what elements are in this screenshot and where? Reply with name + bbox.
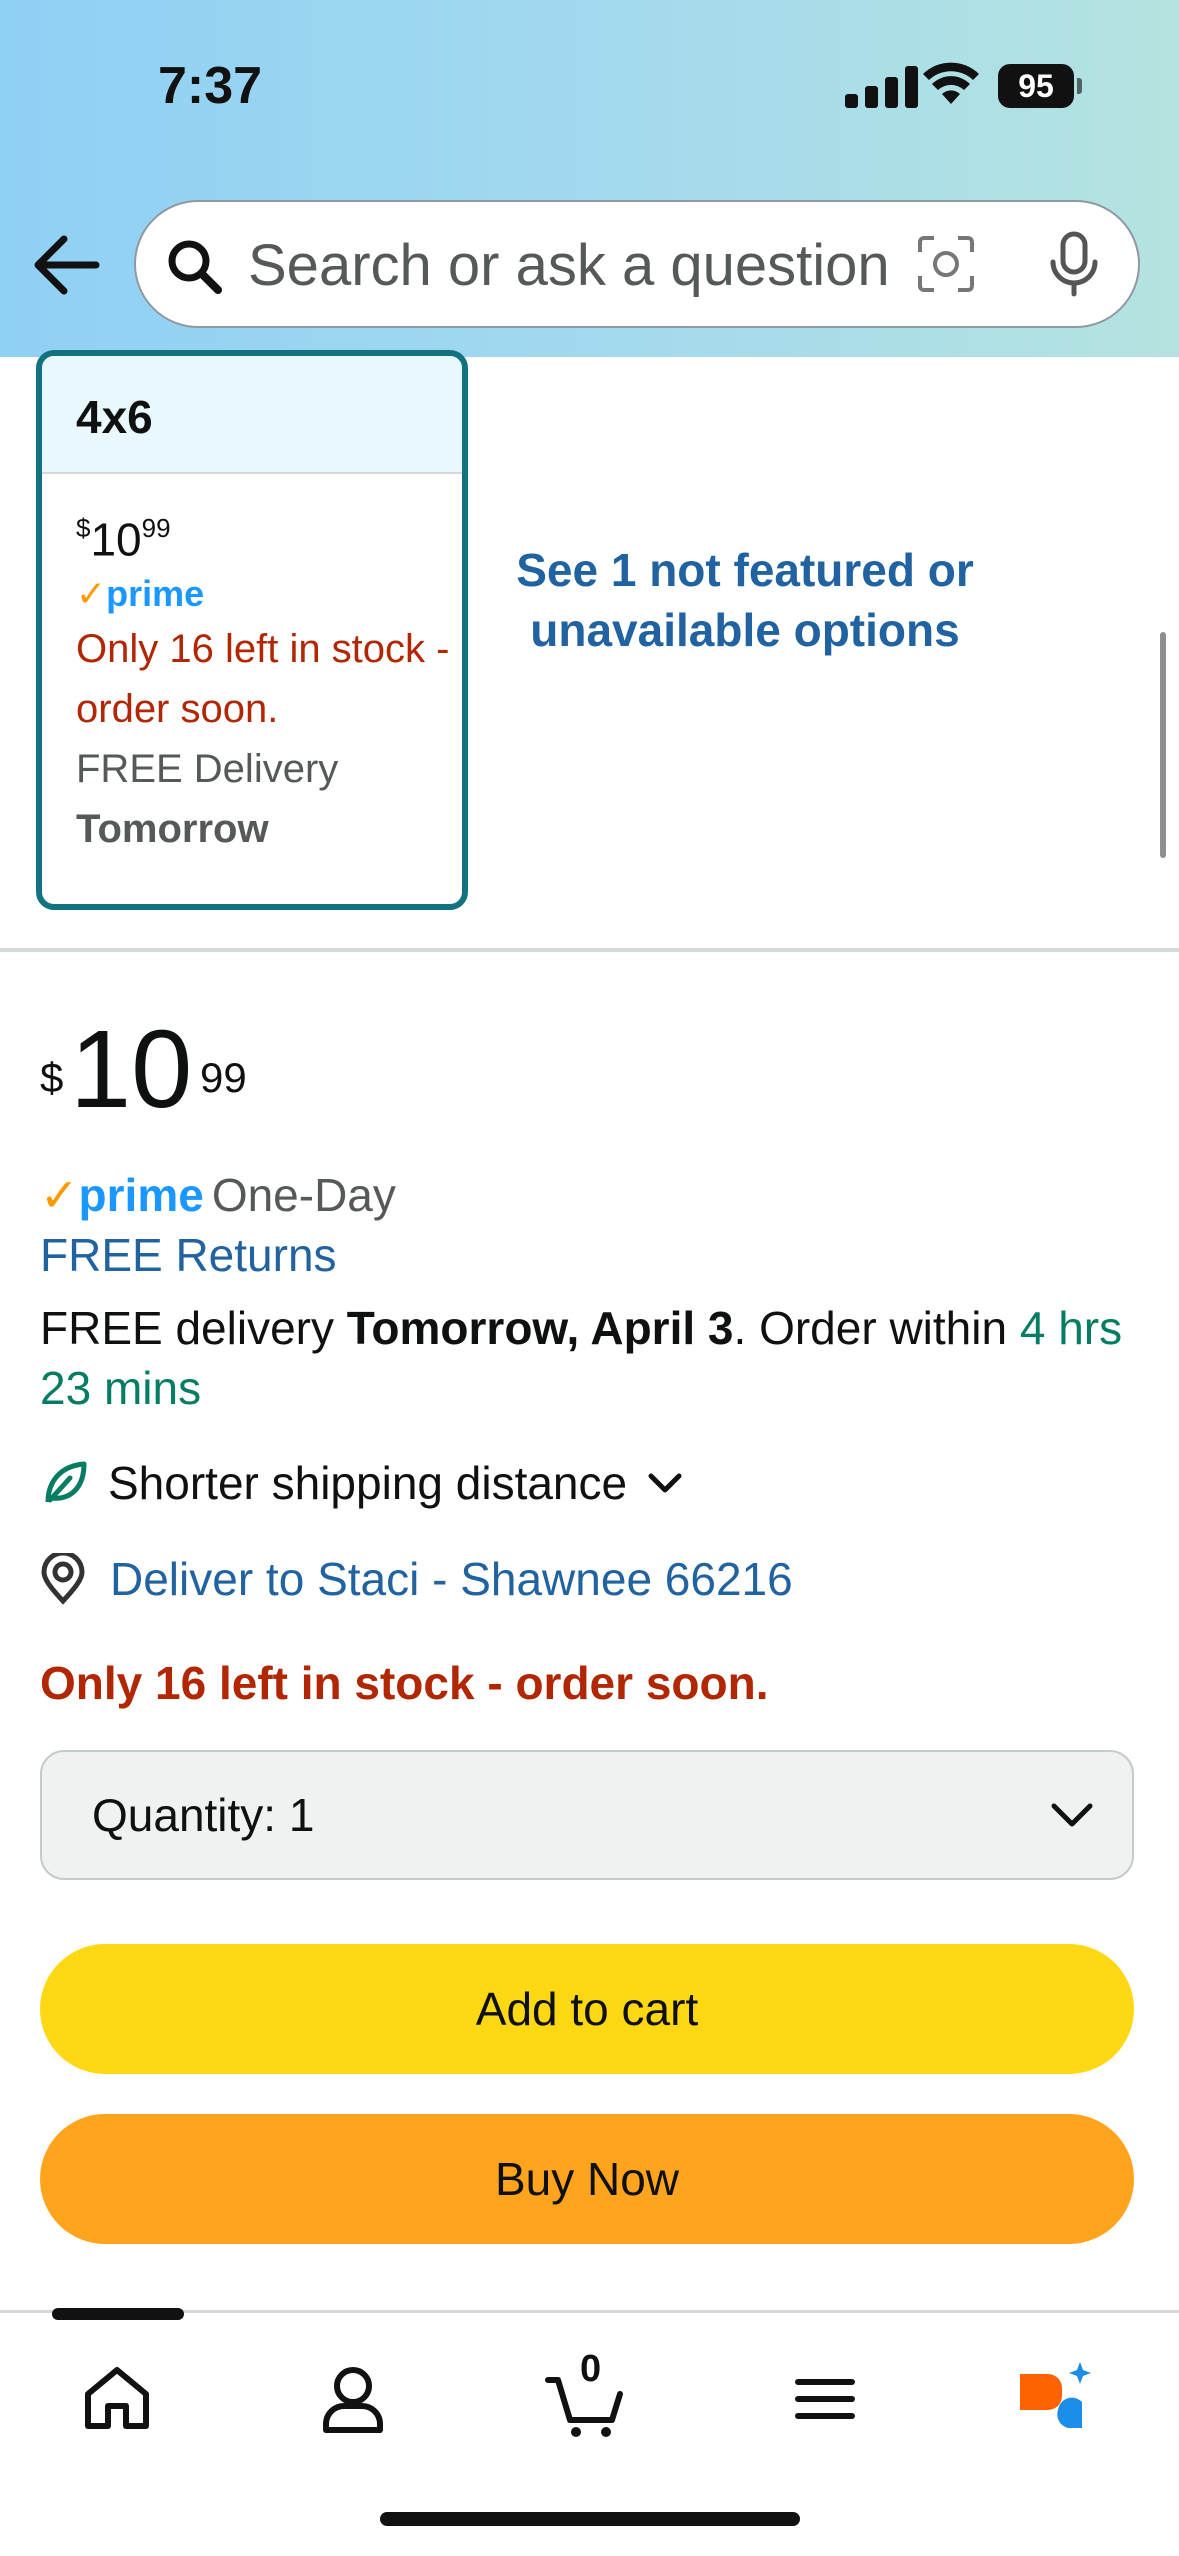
battery-tip — [1077, 78, 1082, 94]
deliver-to-link[interactable]: Deliver to Staci - Shawnee 66216 — [40, 1552, 793, 1606]
quantity-value: 1 — [288, 1789, 315, 1841]
order-within-prefix: . Order within — [733, 1302, 1008, 1354]
cellular-signal-icon — [845, 66, 923, 108]
buy-now-button[interactable]: Buy Now — [40, 2114, 1134, 2244]
variant-stock-text: Only 16 left in stock - order soon. — [76, 627, 450, 732]
shipping-note: Shorter shipping distance — [108, 1457, 628, 1509]
scrollbar[interactable] — [1160, 632, 1166, 858]
stock-warning: Only 16 left in stock - order soon. — [40, 1657, 769, 1709]
see-more-options-link[interactable]: See 1 not featured or unavailable option… — [500, 540, 990, 660]
delivery-prefix: FREE delivery — [40, 1302, 334, 1354]
variant-price-whole: 10 — [90, 513, 142, 566]
back-arrow-icon[interactable] — [30, 232, 102, 298]
variant-size-label: 4x6 — [42, 356, 462, 474]
header: 7:37 95 Search or ask a question — [0, 0, 1179, 357]
battery-indicator: 95 — [998, 64, 1074, 108]
add-to-cart-button[interactable]: Add to cart — [40, 1944, 1134, 2074]
quantity-selector[interactable]: Quantity: 1 — [40, 1750, 1134, 1880]
prime-speed: One-Day — [211, 1169, 396, 1221]
variant-details: $1099 ✓ prime Only 16 left in stock - ord… — [42, 474, 462, 859]
camera-lens-icon[interactable] — [916, 234, 976, 294]
deliver-to-text: Deliver to Staci - Shawnee 66216 — [110, 1553, 793, 1605]
delivery-date: Tomorrow, April 3 — [346, 1302, 734, 1354]
cart-nav-item[interactable]: 0 — [542, 2348, 632, 2444]
prime-check-icon: ✓ — [40, 1169, 79, 1221]
search-bar[interactable]: Search or ask a question — [134, 200, 1140, 328]
chevron-down-icon — [1051, 1803, 1093, 1827]
location-pin-icon — [41, 1553, 85, 1605]
home-icon[interactable] — [72, 2354, 162, 2444]
price-whole: 10 — [70, 1008, 193, 1131]
variant-price-symbol: $ — [76, 513, 91, 543]
price-symbol: $ — [40, 1054, 64, 1101]
delivery-info: FREE delivery Tomorrow, April 3. Order w… — [40, 1298, 1150, 1418]
variant-delivery-date: Tomorrow — [76, 807, 269, 852]
microphone-icon[interactable] — [1044, 230, 1104, 300]
variant-prime-badge: ✓ prime — [76, 573, 204, 615]
wifi-icon — [923, 62, 979, 104]
variant-option-card[interactable]: 4x6 $1099 ✓ prime Only 16 left in stock -… — [36, 350, 468, 910]
cart-count: 0 — [580, 2348, 602, 2390]
variant-delivery-label: FREE Delivery — [76, 747, 339, 792]
variant-price: $1099 — [76, 502, 462, 567]
chevron-down-icon — [648, 1473, 682, 1493]
account-icon[interactable] — [308, 2354, 398, 2444]
search-icon — [168, 240, 222, 294]
leaf-icon — [45, 1461, 87, 1503]
prime-check-icon: ✓ — [76, 573, 107, 615]
free-returns-link[interactable]: FREE Returns — [40, 1228, 337, 1282]
home-indicator[interactable] — [380, 2512, 800, 2526]
section-divider — [0, 948, 1179, 952]
rufus-icon[interactable] — [1010, 2354, 1100, 2444]
prime-delivery-row: ✓ prime One-Day — [40, 1168, 396, 1222]
status-time: 7:37 — [158, 57, 263, 115]
menu-icon[interactable] — [780, 2354, 870, 2444]
bottom-nav: 0 — [0, 2316, 1179, 2476]
quantity-text: Quantity: 1 — [92, 1788, 314, 1842]
variant-price-fraction: 99 — [141, 513, 171, 543]
prime-label: prime — [78, 1169, 204, 1221]
variant-prime-label: prime — [106, 573, 205, 615]
search-input[interactable]: Search or ask a question — [248, 232, 928, 299]
prime-badge: ✓ prime — [40, 1168, 204, 1222]
shipping-distance-toggle[interactable]: Shorter shipping distance — [40, 1456, 685, 1510]
price-fraction: 99 — [200, 1054, 247, 1101]
quantity-label: Quantity: — [92, 1789, 277, 1841]
